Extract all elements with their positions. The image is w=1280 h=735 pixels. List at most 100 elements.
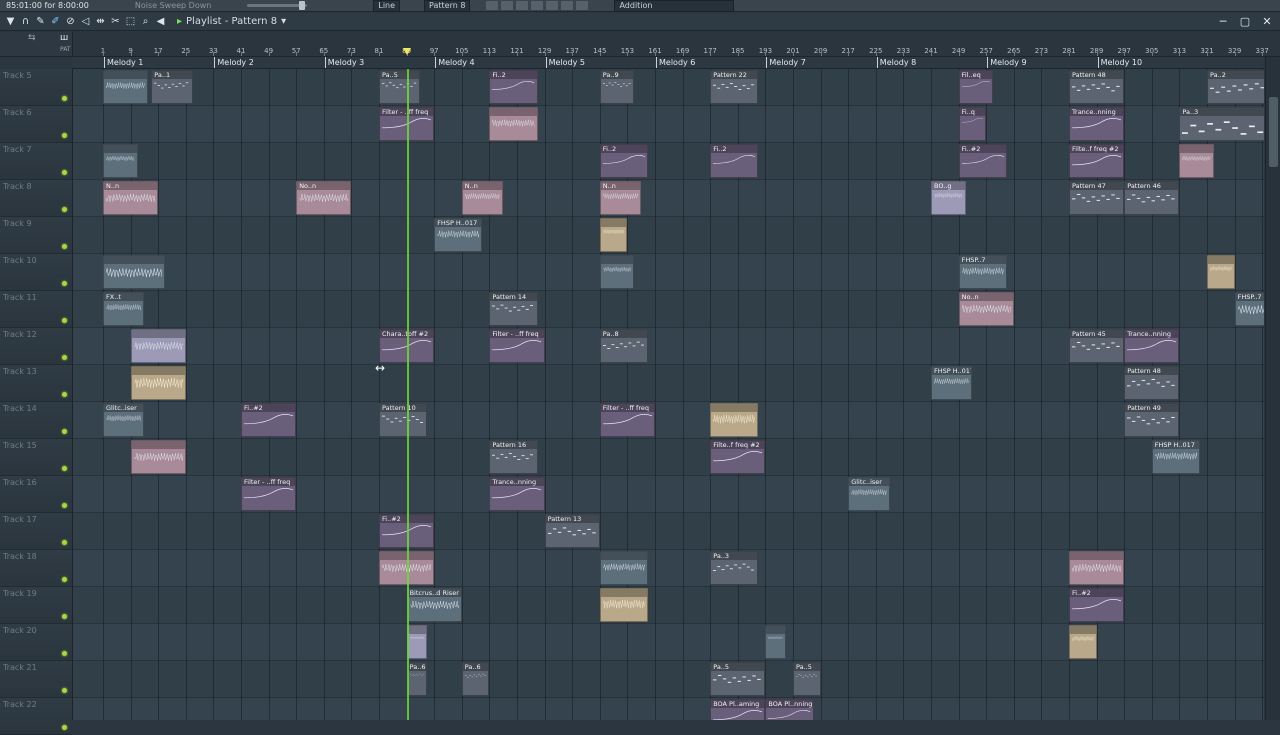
playlist-clip[interactable]: N..n (600, 181, 641, 215)
playlist-clip[interactable]: Pattern 48 (1069, 70, 1124, 104)
playlist-clip[interactable]: Fi..#2 (959, 144, 1007, 178)
timeline-ruler[interactable]: ⇆ ш PAT 19172533414957657381899710511312… (0, 32, 1280, 57)
track-mute-led[interactable] (62, 96, 67, 101)
playlist-clip[interactable]: Pa..5 (793, 662, 821, 696)
close-button[interactable]: ✕ (1260, 15, 1274, 28)
plugin-icon[interactable] (546, 1, 558, 10)
track-header[interactable]: Track 12 (0, 328, 72, 365)
slider-knob[interactable] (299, 1, 305, 10)
track-mute-led[interactable] (62, 355, 67, 360)
track-mute-led[interactable] (62, 540, 67, 545)
playlist-clip[interactable]: Fi..2 (600, 144, 648, 178)
track-header[interactable]: Track 20 (0, 624, 72, 661)
playlist-clip[interactable]: Pattern 49 (1124, 403, 1179, 437)
marker-9[interactable]: Melody 9 (987, 57, 1026, 68)
track-header[interactable]: Track 10 (0, 254, 72, 291)
record-icon[interactable] (576, 1, 588, 10)
playlist-clip[interactable]: Filte..f freq #2 (1069, 144, 1124, 178)
track-mute-led[interactable] (62, 725, 67, 730)
pencil-icon[interactable]: ✎ (34, 15, 47, 28)
track-header[interactable]: Track 6 (0, 106, 72, 143)
snap-selector[interactable]: Line (373, 0, 400, 12)
track-mute-led[interactable] (62, 503, 67, 508)
track-header[interactable]: Track 9 (0, 217, 72, 254)
piano-roll-icon[interactable] (486, 1, 498, 10)
track-mute-led[interactable] (62, 133, 67, 138)
track-mute-led[interactable] (62, 281, 67, 286)
playlist-clip[interactable]: Pa..3 (1179, 107, 1264, 141)
track-mute-led[interactable] (62, 244, 67, 249)
playlist-clip[interactable] (131, 366, 186, 400)
playlist-clip[interactable]: Trance..nning (489, 477, 544, 511)
playlist-clip[interactable]: Filter - ..ff freq (241, 477, 296, 511)
track-mute-led[interactable] (62, 466, 67, 471)
track-mute-led[interactable] (62, 651, 67, 656)
track-mute-led[interactable] (62, 318, 67, 323)
playlist-clip[interactable]: Fi..2 (710, 144, 758, 178)
playlist-clip[interactable]: BO..g (931, 181, 966, 215)
playback-icon[interactable]: ◀ (154, 15, 167, 28)
marker-2[interactable]: Melody 2 (214, 57, 253, 68)
track-header[interactable]: Track 18 (0, 550, 72, 587)
track-header[interactable]: Track 14 (0, 402, 72, 439)
playlist-clip[interactable]: Pattern 45 (1069, 329, 1124, 363)
track-header[interactable]: Track 8 (0, 180, 72, 217)
playlist-clip[interactable]: FX..t (103, 292, 144, 326)
playlist-clip[interactable]: Pa..6 (462, 662, 490, 696)
playlist-clip[interactable]: Filte..f freq #2 (710, 440, 765, 474)
track-lane[interactable] (73, 291, 1264, 328)
playlist-clip[interactable] (407, 625, 428, 659)
maximize-button[interactable]: ▢ (1238, 15, 1252, 28)
playlist-clip[interactable]: Trance..nning (1124, 329, 1179, 363)
browser-icon[interactable] (531, 1, 543, 10)
playlist-clip[interactable]: N..n (462, 181, 503, 215)
track-lane[interactable] (73, 661, 1264, 698)
track-header[interactable]: Track 22 (0, 698, 72, 735)
playlist-clip[interactable]: Pattern 10 (379, 403, 427, 437)
track-lane[interactable] (73, 698, 1264, 720)
playlist-clip[interactable] (131, 440, 186, 474)
slip-icon[interactable]: ⇹ (94, 15, 107, 28)
marker-8[interactable]: Melody 8 (877, 57, 916, 68)
track-lane[interactable] (73, 254, 1264, 291)
zoom-icon[interactable]: ⌕ (139, 15, 152, 28)
brush-icon[interactable]: ✐ (49, 15, 62, 28)
marker-10[interactable]: Melody 10 (1098, 57, 1142, 68)
playlist-clip[interactable] (765, 625, 786, 659)
track-mute-led[interactable] (62, 207, 67, 212)
playlist-clip[interactable] (131, 329, 186, 363)
playlist-clip[interactable] (1179, 144, 1214, 178)
track-mute-led[interactable] (62, 429, 67, 434)
playlist-clip[interactable]: FHSP H..017 (931, 366, 972, 400)
marker-5[interactable]: Melody 5 (546, 57, 585, 68)
playlist-clip[interactable]: Pa..3 (710, 551, 758, 585)
delete-icon[interactable]: ⊘ (64, 15, 77, 28)
playlist-clip[interactable]: Fi..q (959, 107, 987, 141)
playlist-clip[interactable]: Pattern 16 (489, 440, 537, 474)
playlist-clip[interactable]: Fi..#2 (241, 403, 296, 437)
magnet-icon[interactable]: ∩ (19, 15, 32, 28)
playlist-clip[interactable]: Pattern 13 (545, 514, 600, 548)
playlist-clip[interactable] (1069, 625, 1097, 659)
track-mute-led[interactable] (62, 688, 67, 693)
playlist-clip[interactable]: Pattern 48 (1124, 366, 1179, 400)
marker-6[interactable]: Melody 6 (656, 57, 695, 68)
marker-4[interactable]: Melody 4 (435, 57, 474, 68)
playlist-clip[interactable]: Pattern 46 (1124, 181, 1179, 215)
playlist-clip[interactable] (600, 255, 635, 289)
playlist-clip[interactable]: Pattern 14 (489, 292, 537, 326)
vertical-scrollbar[interactable] (1265, 57, 1280, 720)
track-header[interactable]: Track 19 (0, 587, 72, 624)
playlist-clip[interactable] (1069, 551, 1124, 585)
marker-3[interactable]: Melody 3 (325, 57, 364, 68)
track-header[interactable]: Track 21 (0, 661, 72, 698)
track-header[interactable]: Track 11 (0, 291, 72, 328)
playlist-clip[interactable]: BOA Pl..aming (710, 699, 765, 720)
track-lane[interactable] (73, 439, 1264, 476)
playlist-clip[interactable]: Pa..2 (1207, 70, 1264, 104)
master-pitch-slider[interactable] (247, 4, 307, 7)
playlist-clip[interactable] (103, 255, 165, 289)
playlist-clip[interactable]: Fi..2 (489, 70, 537, 104)
playlist-clip[interactable]: No..n (959, 292, 1014, 326)
track-header[interactable]: Track 7 (0, 143, 72, 180)
